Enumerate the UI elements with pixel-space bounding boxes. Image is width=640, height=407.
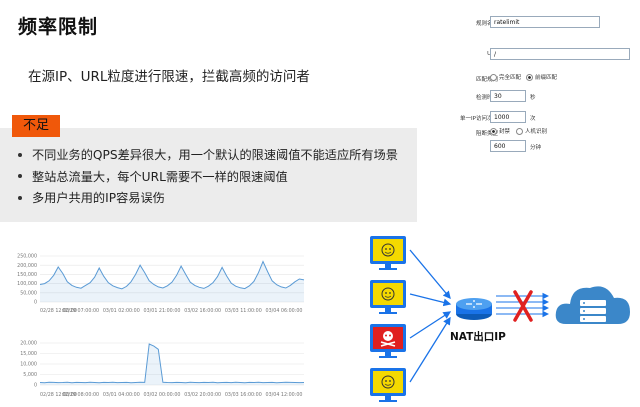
list-item: 整站总流量大，每个URL需要不一样的限速阈值: [12, 167, 398, 189]
y-tick-label: 150,000: [17, 272, 37, 278]
chart-y-ticks: 20,000 15,000 10,000 5,000 0: [20, 341, 37, 389]
form-row-url: URL /: [428, 48, 633, 62]
form-row-rule-name: 规则名称 ratelimit: [428, 16, 633, 30]
x-tick-label: 03/01 21:00:00: [144, 308, 181, 314]
qps-chart-bottom: 20,000 15,000 10,000 5,000 0 02/28 12:00:000…: [0, 338, 312, 405]
form-row-action: 阻断类型 封禁 人机识别: [428, 126, 633, 140]
chart-x-ticks: 02/28 12:00:0002/29 07:00:00 03/01 02:00:…: [40, 308, 302, 314]
chart-series: [39, 260, 305, 302]
radio-circle-icon: [516, 128, 523, 135]
x-tick-label: 03/03 16:00:00: [225, 392, 262, 398]
page-subtitle: 在源IP、URL粒度进行限速，拦截高频的访问者: [28, 69, 310, 85]
x-tick-label: 03/03 11:00:00: [225, 308, 262, 314]
action-block-radio[interactable]: 封禁: [490, 127, 510, 135]
action-captcha-radio[interactable]: 人机识别: [516, 127, 547, 135]
list-item: 不同业务的QPS差异很大，用一个默认的限速阈值不能适应所有场景: [12, 145, 398, 167]
qps-chart-top: 250,000 200,000 150,000 100,000 50,000 0 02/2…: [0, 250, 312, 318]
match-exact-radio[interactable]: 完全匹配: [490, 73, 521, 81]
form-row-match: 匹配规则 完全匹配 前缀匹配: [428, 72, 633, 86]
form-row-duration: 600 分钟: [428, 140, 633, 154]
radio-selected-icon: [526, 74, 533, 81]
chart-grid: [40, 342, 304, 386]
match-exact-label: 完全匹配: [499, 75, 522, 81]
count-unit: 次: [530, 116, 536, 122]
y-tick-label: 100,000: [17, 281, 37, 287]
duration-unit: 分钟: [530, 145, 542, 151]
match-prefix-radio[interactable]: 前缀匹配: [526, 73, 557, 81]
rule-name-input[interactable]: ratelimit: [490, 16, 600, 28]
list-item-text: 整站总流量大，每个URL需要不一样的限速阈值: [32, 169, 288, 184]
form-row-count: 单一IP访问次数 1000 次: [428, 111, 633, 125]
x-tick-label: 03/04 06:00:00: [266, 308, 303, 314]
list-item-text: 多用户共用的IP容易误伤: [32, 191, 165, 205]
y-tick-label: 0: [34, 383, 37, 389]
x-tick-label: 03/01 02:00:00: [103, 308, 140, 314]
y-tick-label: 250,000: [17, 254, 37, 260]
period-input[interactable]: 30: [490, 90, 526, 102]
ratelimit-form: 规则名称 ratelimit URL / 匹配规则 完全匹配 前缀匹配 检测时长…: [428, 10, 633, 160]
list-item-text: 不同业务的QPS差异很大，用一个默认的限速阈值不能适应所有场景: [32, 148, 398, 162]
router-icon: [456, 298, 492, 320]
bullet-icon: [18, 174, 22, 178]
chart-y-ticks: 250,000 200,000 150,000 100,000 50,000 0: [17, 254, 37, 306]
y-tick-label: 10,000: [20, 362, 37, 368]
y-tick-label: 20,000: [20, 341, 37, 347]
action-block-label: 封禁: [499, 129, 511, 135]
y-tick-label: 15,000: [20, 351, 37, 357]
chart-x-ticks: 02/28 12:00:0002/29 08:00:00 03/01 04:00:…: [40, 392, 302, 398]
x-tick-label: 03/01 04:00:00: [103, 392, 140, 398]
bullet-icon: [18, 152, 22, 157]
url-input[interactable]: /: [490, 48, 630, 60]
user-computer-icon: [370, 280, 406, 314]
attacker-computer-icon: [370, 324, 406, 358]
match-prefix-label: 前缀匹配: [535, 75, 558, 81]
nat-label: NAT出口IP: [450, 330, 506, 343]
shortcoming-tag: 不足: [12, 115, 60, 137]
period-unit: 秒: [530, 95, 536, 101]
x-tick-label: 03/02 20:00:00: [184, 392, 221, 398]
count-input[interactable]: 1000: [490, 111, 526, 123]
user-computer-icon: [370, 236, 406, 270]
action-captcha-label: 人机识别: [525, 129, 548, 135]
list-item: 多用户共用的IP容易误伤: [12, 188, 398, 210]
user-computer-icon: [370, 368, 406, 402]
shortcoming-list: 不同业务的QPS差异很大，用一个默认的限速阈值不能适应所有场景 整站总流量大，每…: [12, 145, 398, 210]
duration-input[interactable]: 600: [490, 140, 526, 152]
y-tick-label: 5,000: [23, 372, 37, 378]
nat-diagram: NAT出口IP: [370, 236, 630, 402]
traffic-arrows: [409, 249, 452, 383]
radio-circle-icon: [490, 74, 497, 81]
bullet-icon: [18, 195, 22, 200]
x-tick-label: 03/02 00:00:00: [144, 392, 181, 398]
y-tick-label: 50,000: [20, 290, 37, 296]
y-tick-label: 200,000: [17, 263, 37, 269]
x-tick-label: 03/04 12:00:00: [266, 392, 303, 398]
x-tick-label: 03/02 16:00:00: [184, 308, 221, 314]
x-tick-label: 02/29 07:00:00: [62, 308, 99, 314]
radio-selected-icon: [490, 128, 497, 135]
chart-series: [39, 343, 305, 385]
y-tick-label: 0: [34, 300, 37, 306]
x-tick-label: 02/29 08:00:00: [62, 392, 99, 398]
page-title: 频率限制: [18, 16, 99, 38]
series-line: [39, 343, 305, 384]
cloud-server-icon: [555, 286, 630, 324]
form-row-period: 检测时长 30 秒: [428, 90, 633, 104]
series-area: [40, 344, 304, 385]
